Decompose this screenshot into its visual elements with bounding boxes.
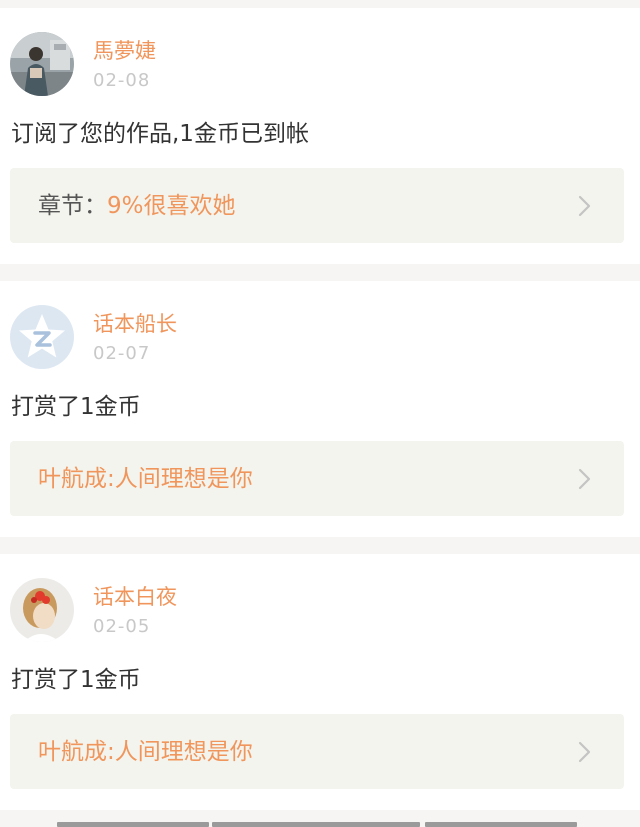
chevron-right-icon	[570, 192, 598, 220]
tab-indicator-segment	[57, 822, 209, 827]
user-name[interactable]: 馬夢婕	[93, 38, 156, 64]
chevron-right-icon	[570, 465, 598, 493]
notification-feed: 馬夢婕 02-08 订阅了您的作品,1金币已到帐 章节：9%很喜欢她 话本船长 …	[0, 0, 640, 827]
user-name[interactable]: 话本白夜	[93, 584, 177, 610]
work-link-label: 叶航成:人间理想是你	[38, 463, 253, 495]
work-link-title: 叶航成:人间理想是你	[38, 466, 253, 492]
user-photo-avatar-icon	[10, 578, 74, 642]
tab-indicator-segment	[425, 822, 577, 827]
tab-indicator-segment	[212, 822, 420, 827]
notification-date: 02-05	[93, 616, 151, 637]
notification-message: 打赏了1金币	[11, 394, 141, 420]
work-link-title: 叶航成:人间理想是你	[38, 739, 253, 765]
notification-card: 馬夢婕 02-08 订阅了您的作品,1金币已到帐 章节：9%很喜欢她	[0, 8, 640, 264]
work-link[interactable]: 章节：9%很喜欢她	[10, 168, 624, 243]
notification-message: 打赏了1金币	[11, 667, 141, 693]
user-photo-avatar-icon	[10, 32, 74, 96]
chevron-right-icon	[570, 738, 598, 766]
bottom-tab-indicator	[0, 822, 640, 827]
default-star-avatar-icon	[10, 305, 74, 369]
user-avatar[interactable]	[10, 578, 74, 642]
work-link-prefix: 章节：	[38, 193, 107, 219]
work-link-label: 叶航成:人间理想是你	[38, 736, 253, 768]
notification-date: 02-08	[93, 70, 151, 91]
notification-card: 话本船长 02-07 打赏了1金币 叶航成:人间理想是你	[0, 281, 640, 537]
work-link[interactable]: 叶航成:人间理想是你	[10, 714, 624, 789]
notification-message: 订阅了您的作品,1金币已到帐	[11, 121, 309, 147]
user-avatar[interactable]	[10, 32, 74, 96]
notification-card: 话本白夜 02-05 打赏了1金币 叶航成:人间理想是你	[0, 554, 640, 810]
user-avatar[interactable]	[10, 305, 74, 369]
user-name[interactable]: 话本船长	[93, 311, 177, 337]
work-link-title: 9%很喜欢她	[107, 193, 236, 219]
notification-date: 02-07	[93, 343, 151, 364]
work-link-label: 章节：9%很喜欢她	[38, 190, 236, 222]
work-link[interactable]: 叶航成:人间理想是你	[10, 441, 624, 516]
